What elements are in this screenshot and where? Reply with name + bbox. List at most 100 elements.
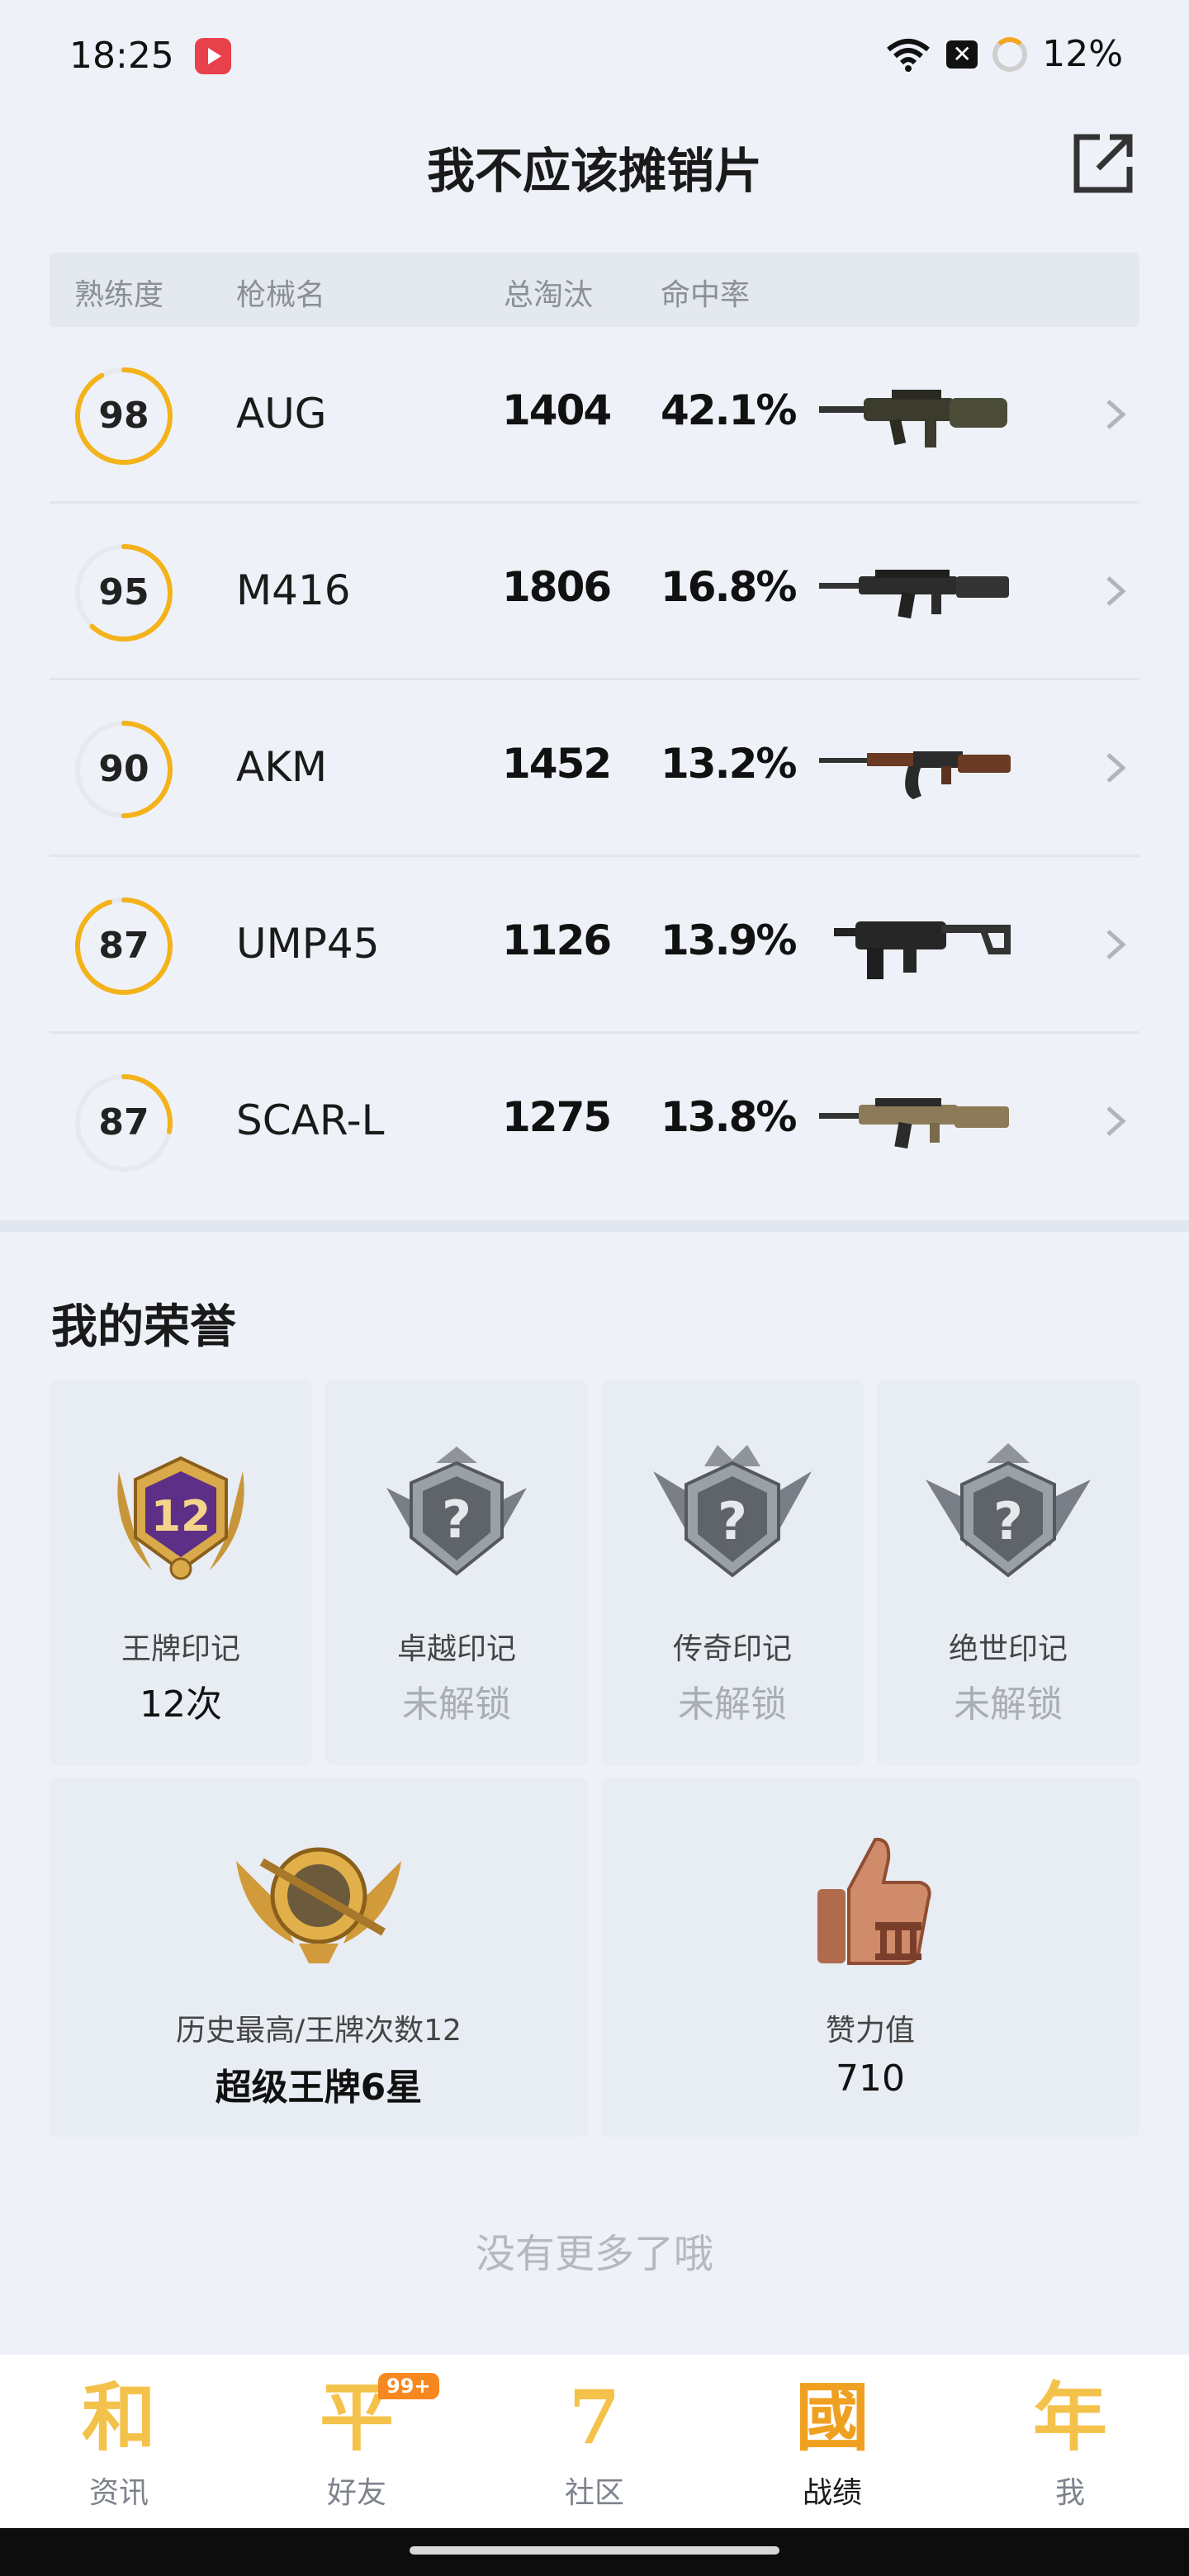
chevron-right-icon[interactable] [1103,750,1128,786]
tier-label: 历史最高/王牌次数12 [176,2014,462,2048]
weapon-kills: 1404 [502,386,612,434]
record-icon: 國 [795,2374,869,2461]
honor-card-ace[interactable]: 12 王牌印记 12次 [50,1380,312,1765]
notification-icon: ✕ [946,40,978,69]
mastery-gauge: 87 [73,1072,175,1174]
nav-label: 我 [1054,2476,1085,2510]
header-kills: 总淘汰 [504,278,594,312]
mastery-value: 95 [98,571,149,613]
weapon-accuracy: 13.8% [661,1093,797,1141]
nav-label: 战绩 [802,2476,862,2510]
weapon-kills: 1806 [502,563,612,611]
honor-value: 12次 [140,1683,222,1726]
akm-rifle-icon [819,751,1011,799]
scar-l-rifle-icon [819,1098,1009,1149]
weapon-kills: 1126 [502,916,612,964]
peerless-mark-icon: ? [926,1443,1091,1578]
mastery-value: 87 [98,925,149,967]
weapon-name: M416 [236,566,351,614]
nav-item-community[interactable]: 7 社区 [476,2355,713,2528]
weapon-row[interactable]: 90 AKM 1452 13.2% [50,680,1139,857]
thumbs-up-icon [817,1837,931,1965]
nav-item-me[interactable]: 年 我 [951,2355,1189,2528]
chevron-right-icon[interactable] [1103,573,1128,609]
mastery-gauge: 87 [73,895,175,997]
nav-item-record[interactable]: 國 战绩 [713,2355,951,2528]
header-mastery: 熟练度 [74,278,164,312]
honor-label: 绝世印记 [948,1632,1068,1666]
m416-rifle-icon [819,570,1009,619]
mastery-value: 98 [98,395,149,437]
share-icon[interactable] [1070,130,1136,197]
honor-label: 王牌印记 [121,1632,240,1666]
end-of-list-note: 没有更多了哦 [475,2231,713,2277]
battery-icon [992,36,1028,72]
excellence-mark-glyph: ? [442,1489,471,1550]
honor-label: 传奇印记 [672,1632,792,1666]
chevron-right-icon[interactable] [1103,396,1128,433]
weapon-accuracy: 16.8% [661,563,797,611]
weapon-name: UMP45 [236,920,380,968]
section-divider [0,1220,1189,1232]
nav-item-news[interactable]: 和 资讯 [0,2355,238,2528]
peerless-mark-glyph: ? [993,1491,1023,1551]
honor-card-peerless[interactable]: ? 绝世印记 未解锁 [877,1380,1139,1765]
bottom-nav: 和 资讯 平 99+ 好友 7 社区 國 战绩 年 我 [0,2355,1189,2528]
weapon-kills: 1452 [502,740,612,788]
video-app-icon [195,38,231,74]
weapon-row[interactable]: 98 AUG 1404 42.1% [50,327,1139,504]
wifi-icon [887,38,931,72]
header-accuracy: 命中率 [661,278,751,312]
news-icon: 和 [82,2374,156,2461]
nav-item-friends[interactable]: 平 99+ 好友 [238,2355,476,2528]
chevron-right-icon[interactable] [1103,926,1128,963]
aug-rifle-icon [819,390,1007,447]
super-ace-tier-icon [236,1847,401,1963]
nav-label: 资讯 [88,2476,149,2510]
weapon-name: AUG [236,390,327,438]
weapon-row[interactable]: 87 SCAR-L 1275 13.8% [50,1034,1139,1210]
honor-card-legend[interactable]: ? 传奇印记 未解锁 [601,1380,864,1765]
legend-mark-glyph: ? [718,1491,747,1551]
weapon-table-header: 熟练度 枪械名 总淘汰 命中率 [50,253,1139,327]
legend-mark-icon: ? [653,1445,812,1578]
weapon-row[interactable]: 95 M416 1806 16.8% [50,504,1139,680]
honor-card-excellence[interactable]: ? 卓越印记 未解锁 [325,1380,588,1765]
honors-title: 我的荣誉 [51,1300,236,1354]
weapon-accuracy: 13.2% [661,740,797,788]
gesture-bar [0,2528,1189,2576]
notification-badge: 99+ [378,2373,439,2399]
tier-value: 超级王牌6星 [215,2067,423,2109]
honor-value: 未解锁 [402,1683,511,1726]
home-indicator[interactable] [410,2546,779,2555]
header-weapon-name: 枪械名 [236,278,326,312]
weapon-accuracy: 42.1% [661,386,797,434]
mastery-value: 90 [98,748,149,790]
excellence-mark-icon: ? [386,1447,527,1576]
nav-label: 社区 [564,2476,624,2510]
ace-mark-count: 12 [151,1492,211,1541]
likes-label: 赞力值 [825,2014,915,2048]
honor-card-likes[interactable]: 赞力值 710 [601,1778,1139,2137]
mastery-gauge: 95 [73,542,175,644]
weapon-name: SCAR-L [236,1096,385,1144]
ace-mark-icon: 12 [117,1456,244,1580]
weapon-row[interactable]: 87 UMP45 1126 13.9% [50,857,1139,1034]
page-title: 我不应该摊销片 [426,143,762,199]
weapon-kills: 1275 [502,1093,612,1141]
mastery-value: 87 [98,1101,149,1144]
weapon-name: AKM [236,743,328,791]
weapon-list: 98 AUG 1404 42.1% 95 M416 1806 16.8% 90 [50,327,1139,1210]
me-icon: 年 [1033,2374,1107,2461]
chevron-right-icon[interactable] [1103,1103,1128,1139]
ump45-smg-icon [834,921,1011,979]
nav-label: 好友 [326,2476,386,2510]
honor-label: 卓越印记 [396,1632,516,1666]
honor-card-tier[interactable]: 历史最高/王牌次数12 超级王牌6星 [50,1778,588,2137]
honor-value: 未解锁 [954,1683,1063,1726]
mastery-gauge: 98 [73,365,175,467]
mastery-gauge: 90 [73,718,175,821]
likes-value: 710 [836,2057,905,2100]
status-bar: 18:25 ✕ 12% [0,0,1189,116]
page-header: 我不应该摊销片 [0,116,1189,248]
